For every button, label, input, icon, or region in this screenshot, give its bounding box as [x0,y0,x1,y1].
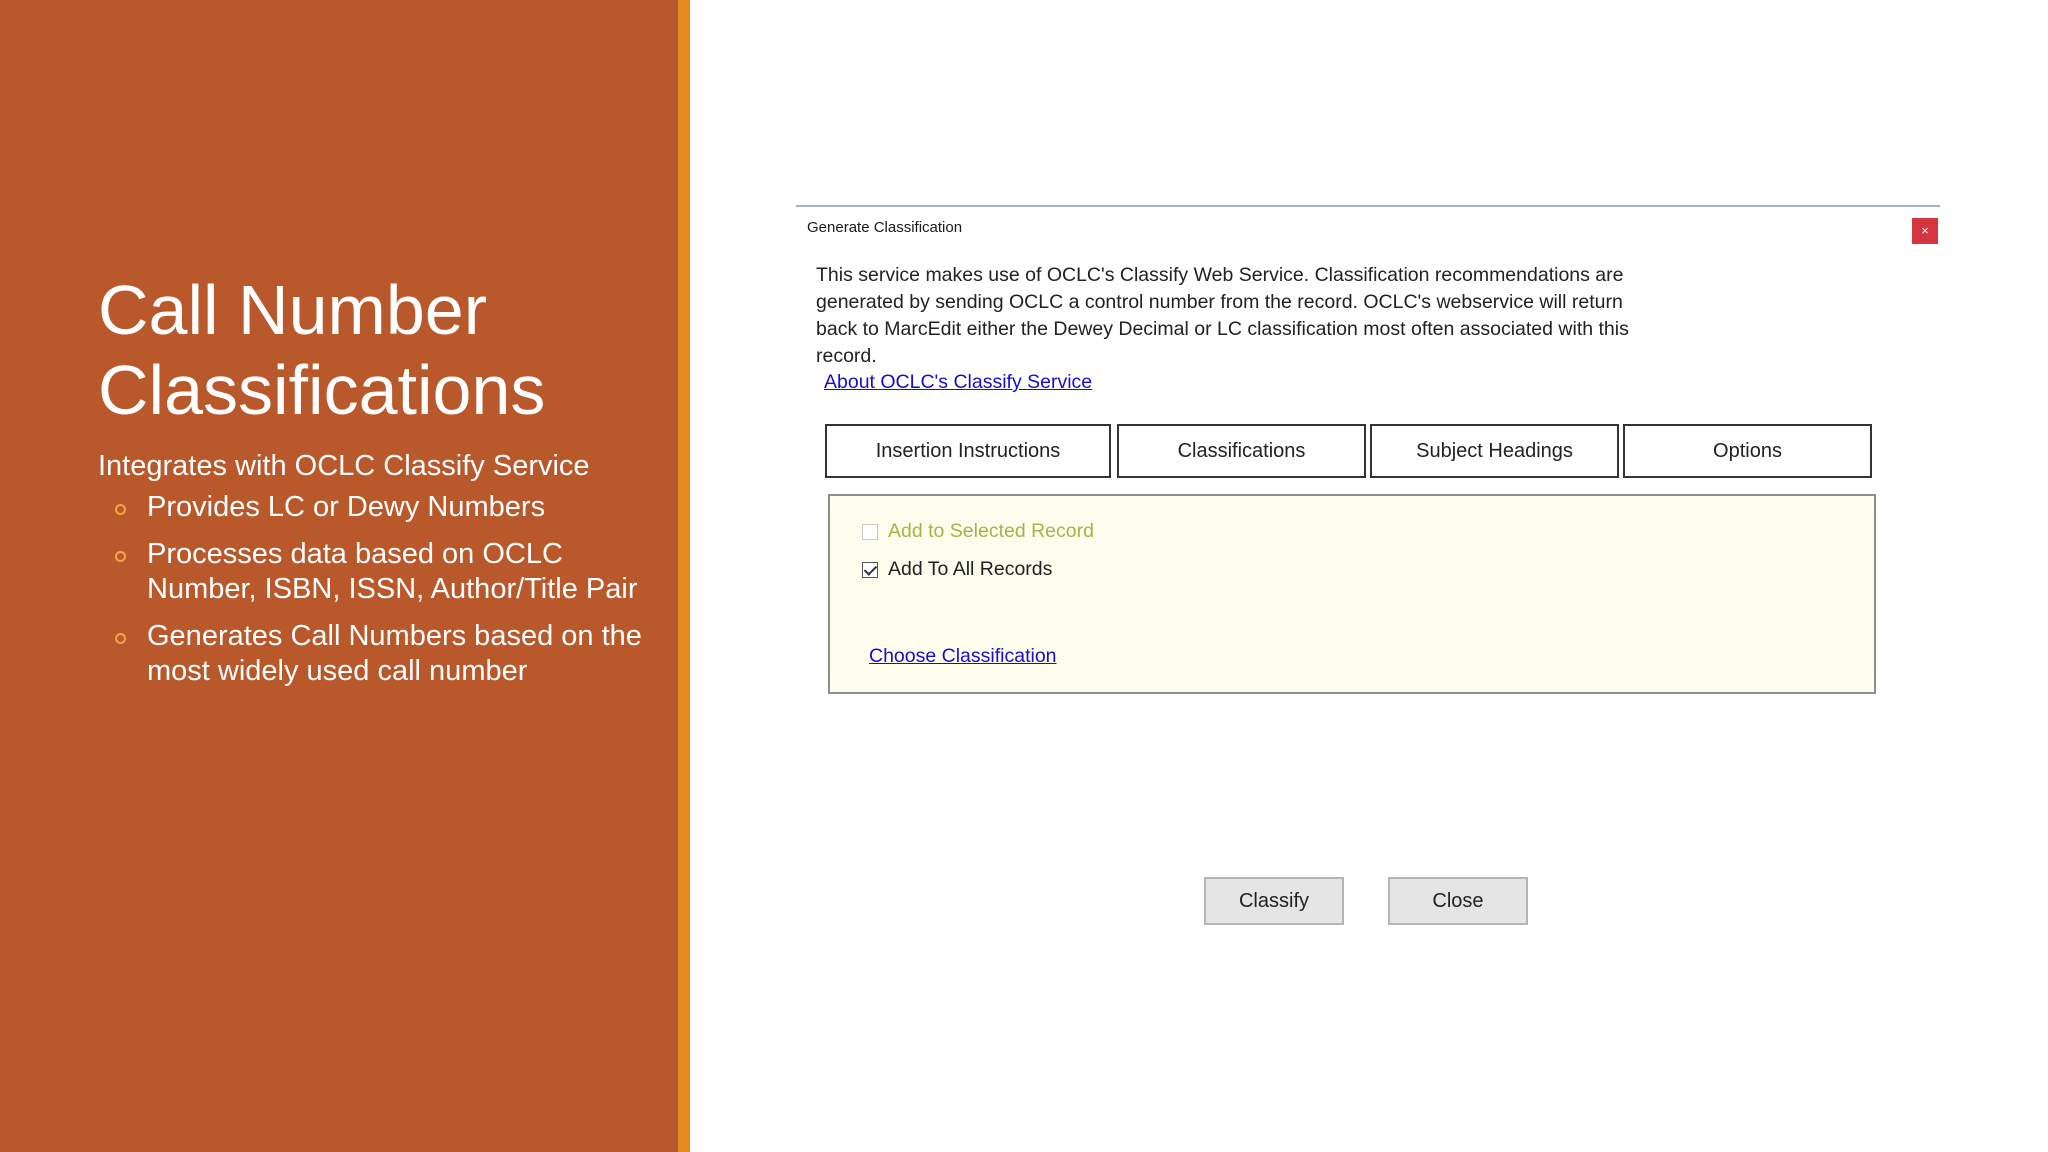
classify-button[interactable]: Classify [1204,877,1344,925]
sub-bullet-text: Generates Call Numbers based on the most… [147,620,642,687]
generate-classification-dialog: Generate Classification × This service m… [796,205,1940,947]
service-description: This service makes use of OCLC's Classif… [816,264,1629,367]
tab-subject-headings[interactable]: Subject Headings [1370,424,1619,478]
sub-bullet-list: Provides LC or Dewy Numbers Processes da… [98,490,658,689]
bullet-lead: Integrates with OCLC Classify Service [98,450,590,482]
tab-classifications[interactable]: Classifications [1117,424,1366,478]
add-selected-record-option[interactable]: Add to Selected Record [862,520,1094,543]
add-all-records-checkbox[interactable] [862,561,878,578]
sub-bullet-text: Provides LC or Dewy Numbers [147,491,546,523]
sub-bullet: Provides LC or Dewy Numbers [115,490,658,525]
sub-bullet: Processes data based on OCLC Number, ISB… [115,537,658,607]
dialog-title: Generate Classification [807,219,963,236]
bullet-marker-icon [115,633,126,644]
slide-bullets: Integrates with OCLC Classify Service Pr… [98,449,658,701]
tab-options[interactable]: Options [1623,424,1872,478]
about-classify-link[interactable]: About OCLC's Classify Service [824,371,1092,394]
add-all-records-label: Add To All Records [888,558,1053,580]
add-all-records-option[interactable]: Add To All Records [862,558,1052,581]
accent-bar [678,0,690,1152]
bullet-marker-icon [115,504,126,515]
insertion-options-panel: Add to Selected Record Add To All Record… [828,494,1876,694]
tab-insertion-instructions[interactable]: Insertion Instructions [825,424,1111,478]
close-button[interactable]: Close [1388,877,1528,925]
close-icon[interactable]: × [1912,218,1938,244]
add-selected-record-label: Add to Selected Record [888,520,1094,542]
sub-bullet: Generates Call Numbers based on the most… [115,619,658,689]
choose-classification-link[interactable]: Choose Classification [869,645,1057,668]
sub-bullet-text: Processes data based on OCLC Number, ISB… [147,538,638,605]
slide-title-line2: Classifications [98,351,546,429]
bullet-marker-icon [115,551,126,562]
add-selected-record-checkbox[interactable] [862,523,878,540]
slide-title: Call Number Classifications [98,270,658,430]
slide-title-line1: Call Number [98,271,487,349]
